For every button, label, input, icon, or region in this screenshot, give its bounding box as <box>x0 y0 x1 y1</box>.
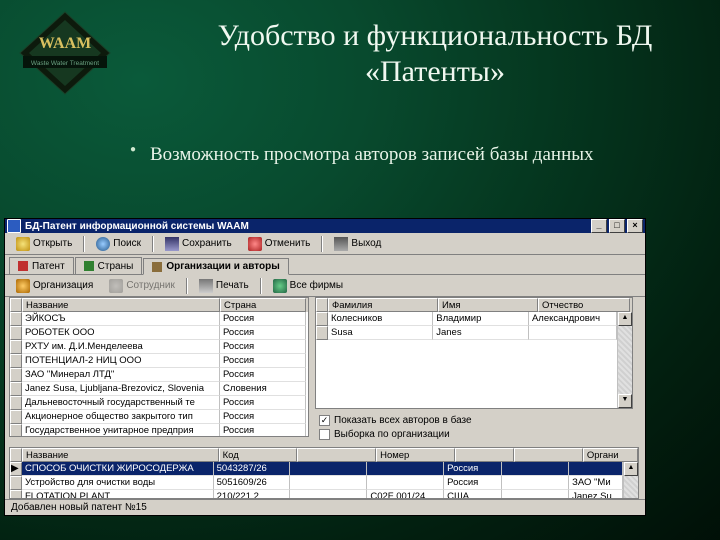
bullet-list: Возможность просмотра авторов записей ба… <box>130 140 680 170</box>
table-row[interactable]: РОБОТЕК ОООРоссия <box>10 326 308 340</box>
maximize-button[interactable]: □ <box>609 219 625 233</box>
table-row[interactable]: ЭЙКОСЪРоссия <box>10 312 308 326</box>
exit-icon <box>334 237 348 251</box>
col-name[interactable]: Название <box>22 298 220 312</box>
scroll-down-icon[interactable]: ▼ <box>618 394 632 408</box>
bullet-item: Возможность просмотра авторов записей ба… <box>130 140 680 170</box>
open-icon <box>16 237 30 251</box>
print-button[interactable]: Печать <box>192 277 256 295</box>
sub-toolbar: Организация Сотрудник Печать Все фирмы <box>5 275 645 297</box>
save-icon <box>165 237 179 251</box>
org-button[interactable]: Организация <box>9 277 100 295</box>
tab-patent[interactable]: Патент <box>9 257 74 274</box>
undo-icon <box>248 237 262 251</box>
table-row[interactable]: Дальневосточный государственный теРоссия <box>10 396 308 410</box>
staff-button: Сотрудник <box>102 277 182 295</box>
search-button[interactable]: Поиск <box>89 235 148 253</box>
col-org[interactable]: Органи <box>583 448 638 462</box>
scroll-up-icon[interactable]: ▲ <box>624 462 638 476</box>
patent-tab-icon <box>18 261 28 271</box>
print-icon <box>199 279 213 293</box>
table-row[interactable]: Устройство для очистки воды5051609/26Рос… <box>10 476 623 490</box>
scroll-up-icon[interactable]: ▲ <box>618 312 632 326</box>
col-firstname[interactable]: Имя <box>438 298 538 312</box>
tab-orgs[interactable]: Организации и авторы <box>143 258 288 275</box>
table-row[interactable]: ЗАО "Минерал ЛТД"Россия <box>10 368 308 382</box>
col-surname[interactable]: Фамилия <box>328 298 438 312</box>
tabbar: Патент Страны Организации и авторы <box>5 255 645 275</box>
save-button[interactable]: Сохранить <box>158 235 239 253</box>
allfirms-button[interactable]: Все фирмы <box>266 277 350 295</box>
allfirms-icon <box>273 279 287 293</box>
staff-icon <box>109 279 123 293</box>
logo: WAAM Waste Water Treatment <box>10 8 120 98</box>
countries-tab-icon <box>84 261 94 271</box>
col-title[interactable]: Название <box>22 448 219 462</box>
table-row[interactable]: РХТУ им. Д.И.МенделееваРоссия <box>10 340 308 354</box>
tab-countries[interactable]: Страны <box>75 257 143 274</box>
col-blank1[interactable] <box>297 448 376 462</box>
table-row[interactable]: Государственное унитарное предприяРоссия <box>10 424 308 437</box>
table-row[interactable]: FLOTATION PLANT210/221.2C02F 001/24СШАJa… <box>10 490 623 499</box>
app-icon <box>7 219 21 233</box>
col-blank2[interactable] <box>455 448 514 462</box>
patents-grid[interactable]: Название Код Номер Органи ▶СПОСОБ ОЧИСТК… <box>9 447 639 499</box>
svg-text:Waste Water Treatment: Waste Water Treatment <box>31 60 99 67</box>
patents-scrollbar[interactable]: ▲ ▼ <box>623 462 638 499</box>
open-button[interactable]: Открыть <box>9 235 79 253</box>
authors-scrollbar[interactable]: ▲ ▼ <box>617 312 632 408</box>
col-code[interactable]: Код <box>219 448 298 462</box>
orgs-grid[interactable]: Название Страна ЭЙКОСЪРоссияРОБОТЕК ОООР… <box>9 297 309 437</box>
table-row[interactable]: ▶СПОСОБ ОЧИСТКИ ЖИРОСОДЕРЖА5043287/26Рос… <box>10 462 623 476</box>
close-button[interactable]: × <box>627 219 643 233</box>
undo-button[interactable]: Отменить <box>241 235 318 253</box>
table-row[interactable]: SusaJanes <box>316 326 617 340</box>
orgs-tab-icon <box>152 262 162 272</box>
app-window: БД-Патент информационной системы WAAM _ … <box>4 218 646 516</box>
search-icon <box>96 237 110 251</box>
check-by-org[interactable]: Выборка по организации <box>319 427 633 441</box>
titlebar: БД-Патент информационной системы WAAM _ … <box>5 219 645 233</box>
main-toolbar: Открыть Поиск Сохранить Отменить Выход <box>5 233 645 255</box>
col-blank3[interactable] <box>514 448 583 462</box>
authors-grid[interactable]: Фамилия Имя Отчество КолесниковВладимирА… <box>315 297 633 409</box>
exit-button[interactable]: Выход <box>327 235 388 253</box>
org-icon <box>16 279 30 293</box>
window-title: БД-Патент информационной системы WAAM <box>25 221 249 232</box>
filter-checks: ✓ Показать всех авторов в базе Выборка п… <box>315 413 633 441</box>
table-row[interactable]: Janez Susa, Ljubljana-Brezovicz, Sloveni… <box>10 382 308 396</box>
col-country[interactable]: Страна <box>220 298 306 312</box>
svg-text:WAAM: WAAM <box>39 35 91 52</box>
col-patronymic[interactable]: Отчество <box>538 298 630 312</box>
minimize-button[interactable]: _ <box>591 219 607 233</box>
check-show-all[interactable]: ✓ Показать всех авторов в базе <box>319 413 633 427</box>
col-number[interactable]: Номер <box>376 448 455 462</box>
statusbar: Добавлен новый патент №15 <box>5 499 645 515</box>
slide-title: Удобство и функциональность БД «Патенты» <box>160 18 710 90</box>
table-row[interactable]: Акционерное общество закрытого типРоссия <box>10 410 308 424</box>
table-row[interactable]: ПОТЕНЦИАЛ-2 НИЦ ОООРоссия <box>10 354 308 368</box>
table-row[interactable]: КолесниковВладимирАлександрович <box>316 312 617 326</box>
